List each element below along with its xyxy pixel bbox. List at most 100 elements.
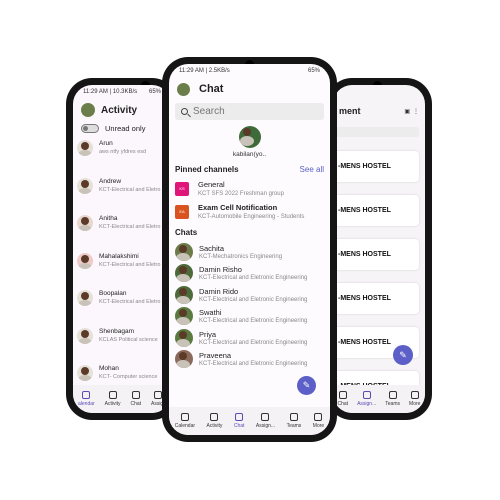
search-input[interactable]: Search: [175, 103, 324, 120]
nav-teams[interactable]: Teams: [385, 391, 400, 407]
teams-icon: [289, 413, 298, 421]
chat-name: Praveena: [199, 351, 232, 361]
calendar-view-icon[interactable]: ▣: [404, 108, 410, 115]
avatar: [175, 242, 193, 261]
nav-activity[interactable]: Activity: [207, 413, 222, 429]
search-input[interactable]: [333, 127, 419, 137]
teams-icon: [388, 391, 397, 399]
activity-subtitle: KCT-Electrical and Eletro: [99, 299, 161, 305]
nav-label: Chat: [233, 423, 245, 429]
nav-chat[interactable]: Chat: [233, 413, 245, 429]
activity-name: Shenbagam: [99, 327, 135, 335]
list-item[interactable]: Andrew KCT-Electrical and Eletro: [77, 176, 171, 214]
bottom-nav: Chat Assign... Teams More: [333, 385, 425, 413]
nav-activity[interactable]: Activity: [104, 391, 121, 407]
nav-calendar[interactable]: alendar: [78, 391, 95, 407]
unread-only-label: Unread only: [105, 124, 146, 133]
nav-label: More: [312, 423, 325, 429]
list-item[interactable]: Shenbagam KCLAS Political science: [77, 326, 171, 364]
nav-label: Activity: [104, 401, 121, 407]
chat-item[interactable]: Damin Rido KCT-Electrical and Eletronic E…: [169, 284, 330, 306]
nav-more[interactable]: More: [313, 413, 324, 429]
activity-subtitle: KCT- Computer science: [99, 374, 158, 380]
avatar: [175, 328, 193, 347]
search-placeholder: Search: [193, 106, 225, 117]
assignment-card[interactable]: -MENS HOSTEL: [333, 195, 419, 226]
nav-label: Assign...: [255, 423, 276, 429]
activity-name: Anitha: [99, 215, 118, 222]
chat-item[interactable]: Swathi KCT-Electrical and Eletronic Engin…: [169, 306, 330, 328]
avatar[interactable]: [81, 103, 95, 117]
avatar: [175, 350, 193, 369]
pinned-channel[interactable]: KS General KCT SFS 2022 Freshman group: [169, 180, 330, 197]
nav-label: Teams: [286, 423, 302, 429]
assignment-card[interactable]: -MENS HOSTEL: [333, 283, 419, 314]
see-all-link[interactable]: See all: [300, 165, 324, 174]
list-item[interactable]: Arun aws ntfy yfdres esd: [77, 138, 171, 176]
nav-label: alendar: [77, 401, 95, 407]
bottom-nav: alendar Activity Chat Assign: [73, 385, 171, 413]
list-item[interactable]: Mahalakshimi KCT-Electrical and Eletro: [77, 251, 171, 289]
bell-icon: [210, 413, 219, 421]
new-chat-button[interactable]: ✎: [297, 376, 316, 395]
chat-icon: [338, 391, 347, 399]
list-item[interactable]: Anitha KCT-Electrical and Eletro: [77, 213, 171, 251]
chat-name: Swathi: [199, 308, 222, 318]
pinned-title: Pinned channels: [175, 165, 239, 174]
more-vertical-icon[interactable]: ⋮: [413, 108, 419, 115]
avatar: [77, 365, 93, 381]
chat-item[interactable]: Sachita KCT-Mechatronics Engineering: [169, 241, 330, 263]
chat-item[interactable]: Praveena KCT-Electrical and Eletronic Eng…: [169, 349, 330, 371]
page-title: ment: [339, 106, 361, 116]
channel-subtitle: KCT SFS 2022 Freshman group: [198, 191, 284, 197]
unread-only-toggle[interactable]: [81, 124, 99, 133]
bottom-nav: Calendar Activity Chat Assign... Teams M…: [169, 407, 330, 435]
battery-level: 65%: [148, 89, 161, 95]
chat-item[interactable]: Damin Risho KCT-Electrical and Eletronic …: [169, 263, 330, 285]
nav-chat[interactable]: Chat: [130, 391, 141, 407]
new-assignment-button[interactable]: ✎: [393, 345, 413, 365]
nav-assignments[interactable]: Assign...: [256, 413, 275, 429]
chat-name: Damin Risho: [199, 265, 242, 275]
assignment-card[interactable]: -MENS HOSTEL: [333, 151, 419, 182]
bell-icon: [108, 391, 117, 399]
avatar[interactable]: [177, 82, 190, 96]
chat-name: Priya: [199, 329, 217, 339]
center-phone: 11:29 AM | 2.5KB/s 65% Chat Search kabil…: [162, 57, 337, 442]
more-icon: [314, 413, 323, 421]
nav-more[interactable]: More: [409, 391, 420, 407]
assignment-icon: [362, 391, 371, 399]
channel-subtitle: KCT-Automobile Engineering - Students: [198, 214, 305, 220]
nav-label: Assign...: [357, 401, 377, 407]
unread-only-filter: Unread only: [73, 119, 171, 138]
compose-icon: ✎: [302, 380, 311, 390]
pinned-channel[interactable]: EA Exam Cell Notification KCT-Automobile …: [169, 203, 330, 220]
status-time: 11:29 AM | 2.5KB/s: [179, 68, 230, 74]
channel-tile: EA: [175, 204, 189, 219]
nav-teams[interactable]: Teams: [286, 413, 302, 429]
search-icon: [181, 108, 188, 115]
chat-subtitle: KCT-Mechatronics Engineering: [199, 253, 283, 260]
avatar: [77, 252, 93, 269]
compose-icon: ✎: [399, 349, 407, 360]
chat-item[interactable]: Priya KCT-Electrical and Eletronic Engine…: [169, 327, 330, 349]
nav-label: Calendar: [174, 423, 196, 429]
activity-name: Andrew: [99, 177, 122, 185]
profile-shortcut[interactable]: kabilan(yo..: [169, 126, 330, 158]
chat-name: Damin Rido: [199, 286, 239, 296]
chat-name: Sachita: [199, 243, 225, 253]
assignment-list: -MENS HOSTEL -MENS HOSTEL -MENS HOSTEL -…: [333, 137, 425, 402]
channel-name: Exam Cell Notification: [198, 203, 278, 212]
nav-calendar[interactable]: Calendar: [175, 413, 195, 429]
chat-screen: 11:29 AM | 2.5KB/s 65% Chat Search kabil…: [169, 64, 330, 435]
activity-name: Boopalan: [99, 290, 127, 297]
list-item[interactable]: Boopalan KCT-Electrical and Eletro: [77, 288, 171, 326]
activity-subtitle: KCLAS Political science: [99, 336, 158, 343]
chats-title: Chats: [175, 228, 198, 237]
assignment-card[interactable]: -MENS HOSTEL: [333, 239, 419, 270]
nav-assignments[interactable]: Assign...: [357, 391, 376, 407]
nav-chat[interactable]: Chat: [338, 391, 348, 407]
avatar: [77, 327, 93, 344]
activity-header: Activity: [73, 99, 171, 119]
stage: 11:29 AM | 10.3KB/s 65% Activity Unread …: [0, 0, 500, 500]
